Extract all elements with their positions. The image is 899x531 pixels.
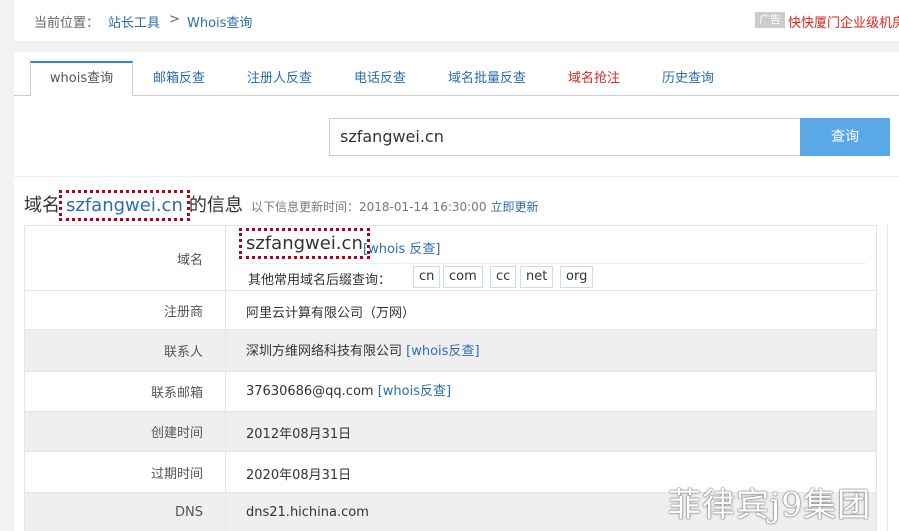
contact-whois-reverse-link[interactable]: [whois反查] (406, 344, 479, 359)
domain-search-input[interactable]: szfangwei.cn (329, 118, 801, 156)
dns-value: dns21.hichina.com (246, 505, 369, 520)
label-registrar: 注册商 (25, 291, 226, 329)
domain-value: szfangwei.cn (239, 228, 370, 259)
domain-whois-reverse-link[interactable]: [whois 反查] (363, 238, 441, 257)
contact-value: 深圳方维网络科技有限公司 [whois反查] (246, 340, 480, 359)
row-email: 联系邮箱 37630686@qq.com [whois反查] (25, 371, 876, 411)
tab-registrant-reverse[interactable]: 注册人反查 (247, 61, 312, 97)
tab-phone-reverse[interactable]: 电话反查 (354, 61, 406, 97)
search-button[interactable]: 查询 (800, 118, 890, 156)
label-domain: 域名 (25, 226, 226, 290)
label-dns: DNS (25, 493, 226, 531)
heading-prefix: 域名 (24, 195, 60, 216)
suffix-cc[interactable]: cc (490, 266, 517, 288)
tab-bar: whois查询 邮箱反查 注册人反查 电话反查 域名批量反查 域名抢注 历史查询 (14, 52, 899, 97)
tab-batch-reverse[interactable]: 域名批量反查 (448, 61, 526, 97)
label-expires: 过期时间 (25, 452, 226, 492)
ad-link[interactable]: 快快厦门企业级机房 (788, 12, 899, 31)
heading-suffix: 的信息 (188, 195, 243, 216)
main-panel: whois查询 邮箱反查 注册人反查 电话反查 域名批量反查 域名抢注 历史查询… (14, 52, 899, 531)
watermark-text: 菲律宾j9集团 (668, 485, 872, 524)
refresh-link[interactable]: 立即更新 (490, 200, 538, 214)
row-domain: 域名 szfangwei.cn [whois 反查] 其他常用域名后缀查询： c… (25, 225, 876, 290)
row-contact: 联系人 深圳方维网络科技有限公司 [whois反查] (25, 329, 876, 371)
email-whois-reverse-link[interactable]: [whois反查] (378, 384, 451, 399)
label-email: 联系邮箱 (25, 372, 226, 411)
row-registrar: 注册商 阿里云计算有限公司（万网） (25, 290, 876, 329)
breadcrumb-separator: > (169, 12, 180, 27)
email-address: 37630686@qq.com (246, 384, 374, 399)
suffix-org[interactable]: org (560, 266, 594, 288)
tab-domain-snap[interactable]: 域名抢注 (568, 61, 620, 97)
row-created: 创建时间 2012年08月31日 (25, 411, 876, 451)
suffix-net[interactable]: net (520, 266, 554, 288)
label-created: 创建时间 (25, 412, 226, 451)
tab-email-reverse[interactable]: 邮箱反查 (153, 61, 205, 97)
suffix-cn[interactable]: cn (413, 266, 441, 288)
email-value: 37630686@qq.com [whois反查] (246, 380, 451, 399)
info-heading: 域名 szfangwei.cn 的信息 以下信息更新时间：2018-01-14 16… (24, 190, 538, 221)
breadcrumb-link-whois[interactable]: Whois查询 (187, 12, 252, 31)
tab-whois[interactable]: whois查询 (30, 61, 133, 97)
suffix-label: 其他常用域名后缀查询： (248, 273, 392, 288)
row-divider (241, 263, 866, 264)
created-value: 2012年08月31日 (246, 427, 352, 442)
registrar-value: 阿里云计算有限公司（万网） (246, 306, 416, 321)
expires-value: 2020年08月31日 (246, 468, 352, 483)
breadcrumb-link-webmaster-tools[interactable]: 站长工具 (108, 12, 160, 31)
suffix-com[interactable]: com (443, 266, 483, 288)
sidebar-edge (887, 225, 899, 531)
update-time: 以下信息更新时间：2018-01-14 16:30:00 (251, 200, 487, 214)
divider (14, 176, 899, 177)
contact-name: 深圳方维网络科技有限公司 (246, 344, 403, 359)
breadcrumb: 当前位置： 站长工具 > Whois查询 广告 快快厦门企业级机房 (14, 0, 899, 41)
label-contact: 联系人 (25, 330, 226, 371)
ad-badge: 广告 (755, 12, 785, 28)
tab-history[interactable]: 历史查询 (662, 61, 714, 97)
heading-domain: szfangwei.cn (59, 190, 190, 221)
breadcrumb-prefix: 当前位置： (34, 16, 100, 31)
